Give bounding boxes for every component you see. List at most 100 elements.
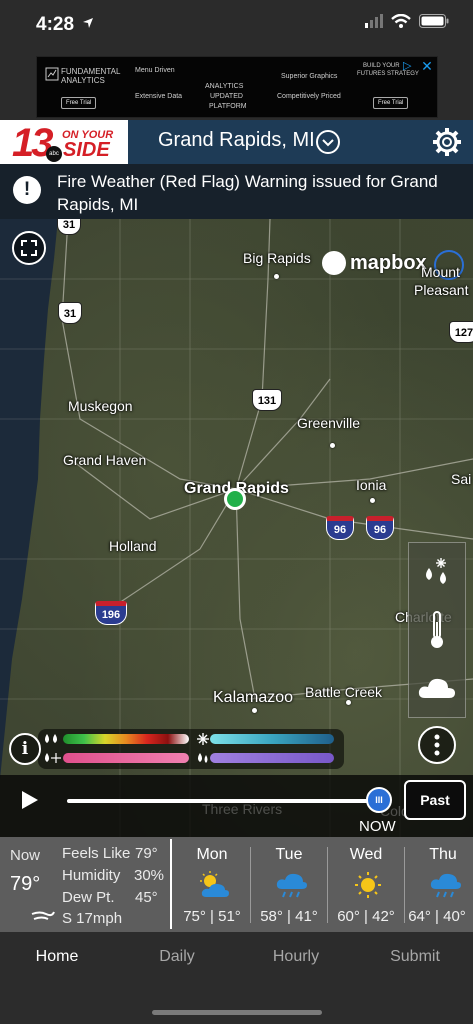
ad-info-icon[interactable]: ▷ xyxy=(403,59,417,73)
dew-point-label: Dew Pt. xyxy=(62,889,115,906)
gear-icon[interactable] xyxy=(431,126,463,158)
city-label-saint: Sai xyxy=(451,471,472,487)
now-label: NOW xyxy=(359,818,396,835)
forecast-day-thu[interactable]: Thu 64° | 40° xyxy=(405,837,473,932)
info-button[interactable]: i xyxy=(9,733,41,765)
forecast-low: 41° xyxy=(295,908,318,925)
city-dot xyxy=(252,708,257,713)
location-arrow-icon xyxy=(83,18,93,28)
now-label: Now xyxy=(10,847,41,864)
timeline-track[interactable] xyxy=(67,799,379,803)
city-label-three-rivers: Three Rivers xyxy=(202,801,283,817)
more-vertical-icon xyxy=(434,734,440,756)
precip-type-layer-button[interactable] xyxy=(409,543,465,601)
city-label-kalamazoo: Kalamazoo xyxy=(213,689,294,706)
city-label-greenville: Greenville xyxy=(297,415,361,431)
ad-free-trial-right[interactable]: Free Trial xyxy=(373,97,409,109)
mapbox-attribution: mapbox xyxy=(322,251,427,275)
route-shield-i96-a: 96 xyxy=(326,516,354,540)
ad-col2a: ANALYTICS xyxy=(205,83,244,90)
forecast-high: 60° xyxy=(337,908,360,925)
forecast-low: 40° xyxy=(443,908,466,925)
tab-home[interactable]: Home xyxy=(0,948,116,966)
alert-icon: ! xyxy=(13,176,41,204)
thermometer-icon xyxy=(431,611,443,648)
city-dot xyxy=(330,443,335,448)
wind-value: S 17mph xyxy=(62,910,123,927)
tab-daily[interactable]: Daily xyxy=(118,948,236,966)
more-options-button[interactable] xyxy=(418,726,456,764)
expand-map-button[interactable] xyxy=(12,231,46,265)
rain-legend-icon xyxy=(45,734,57,743)
tab-submit[interactable]: Submit xyxy=(356,948,473,966)
ad-close-icon[interactable]: ✕ xyxy=(419,59,435,75)
forecast-day-wed[interactable]: Wed 60° | 42° xyxy=(328,837,404,932)
ad-col3b: Competitively Priced xyxy=(277,93,341,100)
rain-legend-bar xyxy=(63,734,189,744)
divider xyxy=(170,839,172,929)
ad-free-trial-left[interactable]: Free Trial xyxy=(61,97,97,109)
temperature-layer-button[interactable] xyxy=(409,601,465,659)
radar-map[interactable]: mapbox 31 31 131 127 96 96 196 Big Rapid… xyxy=(0,219,473,837)
route-shield-i96-b: 96 xyxy=(366,516,394,540)
city-label-big-rapids: Big Rapids xyxy=(243,250,311,266)
city-label-muskegon: Muskegon xyxy=(68,398,133,414)
ad-brand-line2: ANALYTICS xyxy=(61,76,105,85)
bottom-tab-bar: Home Daily Hourly Submit xyxy=(0,932,473,1024)
forecast-high: 64° xyxy=(408,908,431,925)
radar-legend xyxy=(38,729,344,769)
city-dot xyxy=(370,498,375,503)
city-label-holland: Holland xyxy=(109,538,157,554)
city-label-battle-creek: Battle Creek xyxy=(305,684,383,700)
location-selector[interactable]: Grand Rapids, MI xyxy=(158,129,315,152)
dew-point-value: 45° xyxy=(135,889,158,906)
feels-like-value: 79° xyxy=(135,845,158,862)
route-shield-us131: 131 xyxy=(252,389,282,411)
status-time: 4:28 xyxy=(36,14,75,35)
mix-legend-icon xyxy=(45,753,61,763)
expand-icon xyxy=(21,240,37,256)
route-shield-us127: 127 xyxy=(449,321,473,343)
tab-hourly[interactable]: Hourly xyxy=(237,948,355,966)
map-layer-panel xyxy=(408,542,466,718)
wifi-icon xyxy=(391,14,411,28)
city-label-pleasant: Pleasant xyxy=(414,282,469,298)
ad-col2c: PLATFORM xyxy=(209,103,247,110)
chevron-down-icon[interactable] xyxy=(316,130,340,154)
current-location-marker[interactable] xyxy=(224,488,246,510)
snow-legend-bar xyxy=(210,734,334,744)
timeline-thumb[interactable]: III xyxy=(366,787,392,813)
ad-col3a: Superior Graphics xyxy=(281,73,338,80)
sun-icon xyxy=(355,872,381,898)
city-label-mount: Mount xyxy=(421,264,460,280)
home-indicator xyxy=(152,1010,322,1015)
logo-line2: SIDE xyxy=(63,139,110,161)
past-button[interactable]: Past xyxy=(404,780,466,820)
radar-playback-bar: Three Rivers Coldwater III NOW Past xyxy=(0,775,473,837)
route-shield-us31-top: 31 xyxy=(57,219,81,235)
forecast-temps: 60° | 42° xyxy=(337,908,395,925)
forecast-temps: 58° | 41° xyxy=(260,908,318,925)
logo-network: abc xyxy=(46,146,62,162)
forecast-day-name: Wed xyxy=(349,846,383,863)
play-button[interactable] xyxy=(22,791,38,809)
ad-logo-icon xyxy=(45,67,59,81)
mapbox-text: mapbox xyxy=(350,251,427,274)
conditions-strip[interactable]: Now 79° Feels Like 79° Humidity 30% Dew … xyxy=(0,837,473,932)
cloud-icon xyxy=(418,678,455,698)
ad-banner[interactable]: FUNDAMENTAL ANALYTICS Free Trial Menu Dr… xyxy=(36,56,438,118)
forecast-day-tue[interactable]: Tue 58° | 41° xyxy=(251,837,327,932)
city-label-ionia: Ionia xyxy=(356,477,387,493)
mapbox-logo-icon xyxy=(322,251,346,275)
forecast-day-mon[interactable]: Mon 75° | 51° xyxy=(174,837,250,932)
cloud-layer-button[interactable] xyxy=(409,659,465,717)
logo-number: 13 xyxy=(12,121,53,165)
forecast-temps: 64° | 40° xyxy=(408,908,466,925)
app-header: 13 abc ON YOUR SIDE Grand Rapids, MI xyxy=(0,120,473,165)
rain-cloud-icon xyxy=(430,873,461,898)
forecast-high: 75° xyxy=(183,908,206,925)
forecast-temps: 75° | 51° xyxy=(183,908,241,925)
weather-alert-banner[interactable]: ! Fire Weather (Red Flag) Warning issued… xyxy=(0,164,473,219)
current-temp: 79° xyxy=(10,873,41,895)
ad-brand-line1: FUNDAMENTAL xyxy=(61,67,121,76)
